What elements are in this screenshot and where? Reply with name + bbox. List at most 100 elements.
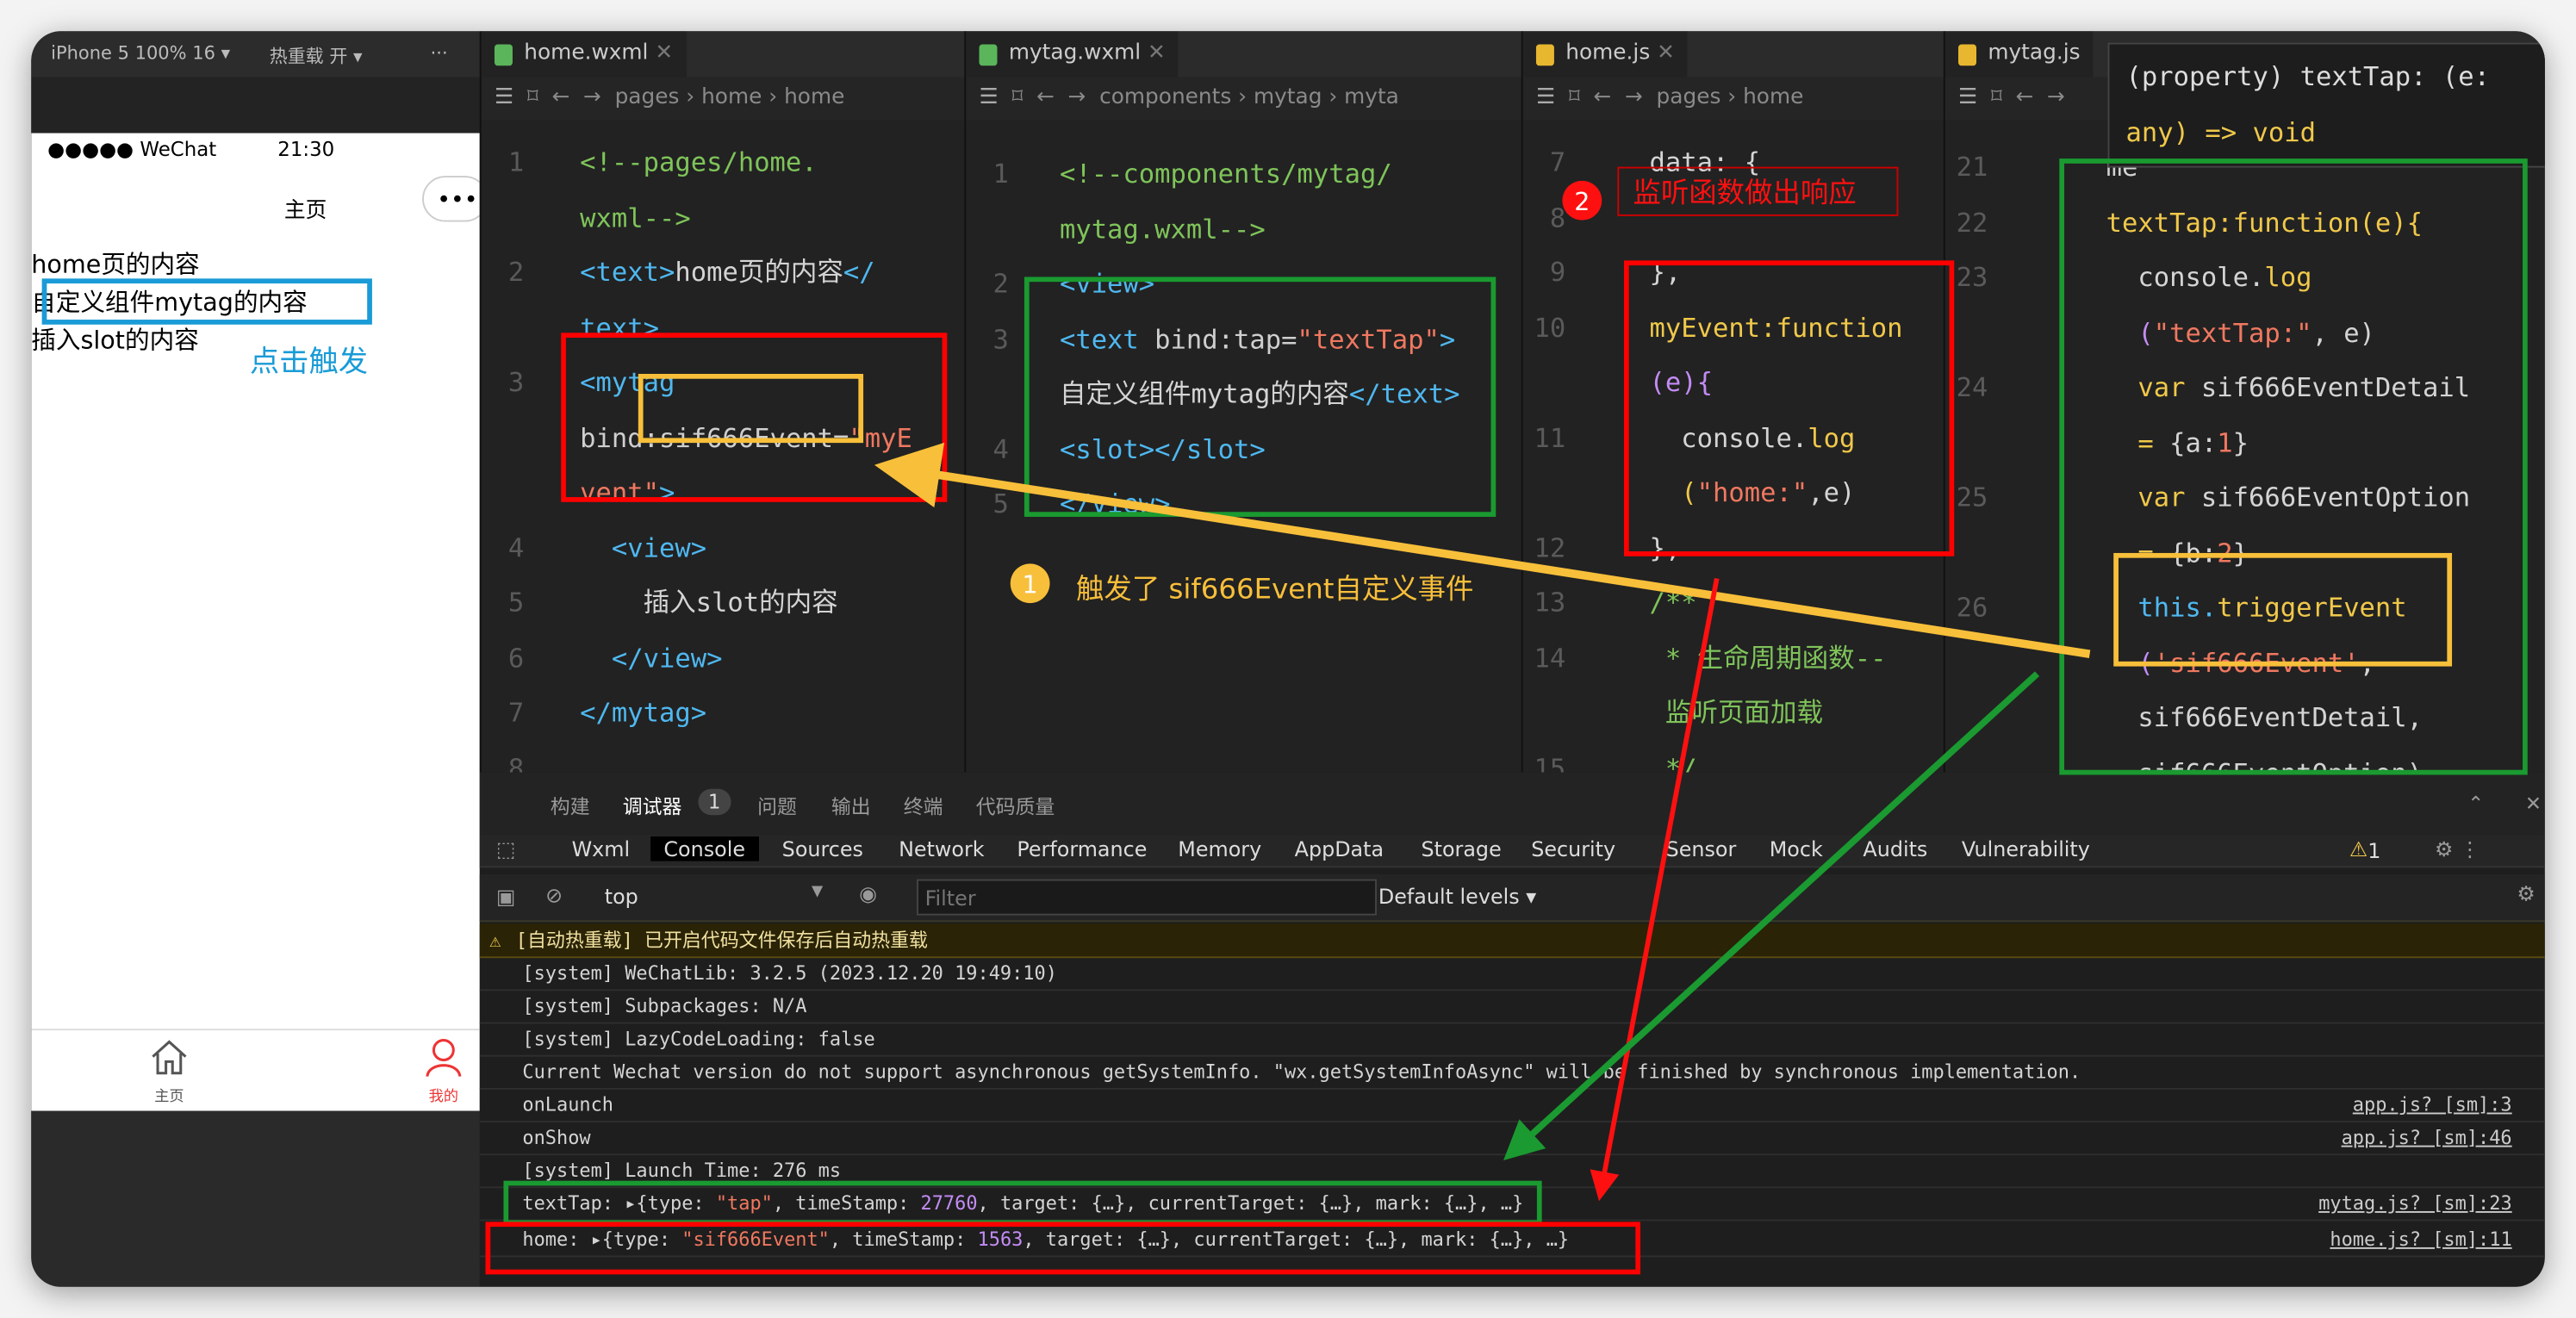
code-token: sif666EventDetail, (2106, 701, 2424, 733)
editor-pane-2: mytag.wxml ✕ ☰ ⌑ ← → components › mytag ›… (964, 31, 1523, 773)
tab-code-quality[interactable]: 代码质量 (976, 793, 1055, 820)
editor-tab[interactable]: home.js ✕ (1522, 31, 1689, 78)
mytag-content-text[interactable]: 自定义组件mytag的内容 (31, 284, 308, 319)
outline-icon[interactable]: ☰ (980, 85, 999, 110)
code-token: log (2264, 261, 2312, 293)
tab-build[interactable]: 构建 (551, 793, 590, 820)
devtools-tab-audits[interactable]: Audits (1863, 836, 1927, 861)
forward-icon[interactable]: → (2047, 85, 2065, 110)
devtools-tab-performance[interactable]: Performance (1017, 836, 1147, 861)
breadcrumb-item[interactable]: myta (1344, 85, 1399, 110)
bookmark-icon[interactable]: ⌑ (1991, 85, 2002, 110)
back-icon[interactable]: ← (551, 85, 569, 110)
code-token: } (2232, 536, 2249, 569)
line-number: 21 (1956, 151, 1988, 183)
code-token: :function(e){ (2217, 206, 2424, 238)
console-message: [system] Launch Time: 276 ms (479, 1153, 2545, 1189)
tab-home[interactable]: 主页 (140, 1035, 199, 1106)
devtools-tab-storage[interactable]: Storage (1421, 836, 1501, 861)
editor-pane-1: home.wxml ✕ ☰ ⌑ ← → pages › home › home 1 <… (479, 31, 967, 773)
line-number: 14 (1534, 641, 1566, 674)
editor-pane-3: home.js ✕ ☰ ⌑ ← → pages › home 7 data: {8 9}… (1521, 31, 1945, 773)
editor-tab[interactable]: home.wxml ✕ (481, 31, 687, 78)
devtools-tab-console[interactable]: Console (650, 836, 759, 861)
device-select[interactable]: iPhone 5 100% 16 ▾ (51, 43, 230, 65)
back-icon[interactable]: ← (1036, 85, 1055, 110)
forward-icon[interactable]: → (1625, 85, 1643, 110)
devtools-tab-appdata[interactable]: AppData (1295, 836, 1384, 861)
clear-console-icon[interactable]: ⊘ (545, 882, 563, 907)
breadcrumb-item[interactable]: pages (1657, 85, 1721, 110)
forward-icon[interactable]: → (1068, 85, 1086, 110)
back-icon[interactable]: ← (2015, 85, 2033, 110)
bookmark-icon[interactable]: ⌑ (527, 85, 538, 110)
forward-icon[interactable]: → (583, 85, 601, 110)
breadcrumb-item[interactable]: home (1743, 85, 1803, 110)
close-icon[interactable]: ✕ (2525, 793, 2542, 816)
tab-mine[interactable]: 我的 (414, 1035, 474, 1106)
hot-reload-toggle[interactable]: 热重载 开 ▾ (270, 43, 363, 70)
code-token: </ (843, 256, 875, 288)
close-tab-icon[interactable]: ✕ (1657, 41, 1675, 66)
devtools-settings-icon[interactable]: ⚙ ⋮ (2435, 836, 2480, 861)
console-message: [system] WeChatLib: 3.2.5 (2023.12.20 19… (479, 956, 2545, 992)
line-number: 5 (507, 587, 525, 619)
editor-tab[interactable]: mytag.wxml ✕ (966, 31, 1179, 78)
tab-debugger[interactable]: 调试器 (622, 793, 682, 840)
bookmark-icon[interactable]: ⌑ (1012, 85, 1024, 110)
devtools-tab-wxml[interactable]: Wxml (572, 836, 631, 861)
collapse-icon[interactable]: ⌃ (2467, 793, 2484, 816)
source-link[interactable]: mytag.js? [sm]:23 (2318, 1186, 2511, 1219)
tab-label: mytag.js (1988, 40, 2081, 66)
more-button[interactable]: ··· (431, 43, 448, 65)
devtools-tab-mock[interactable]: Mock (1770, 836, 1823, 861)
eye-icon[interactable]: ◉ (859, 881, 877, 906)
tab-terminal[interactable]: 终端 (904, 793, 943, 820)
devtools-tab-security[interactable]: Security (1531, 836, 1615, 861)
editor-tab[interactable]: mytag.js (1944, 31, 2094, 78)
filter-input[interactable] (917, 879, 1377, 916)
breadcrumb-item[interactable]: home (701, 85, 762, 110)
tab-issues[interactable]: 问题 (757, 793, 797, 820)
code-token: </view> (580, 641, 723, 674)
warning-count[interactable]: ⚠ 1 (2349, 836, 2381, 863)
devtools-tab-vulnerability[interactable]: Vulnerability (1962, 836, 2090, 861)
inspect-icon[interactable]: ⬚ (496, 836, 516, 861)
devtools-tab-network[interactable]: Network (899, 836, 985, 861)
settings-icon[interactable]: ⚙ (2517, 881, 2535, 906)
console-token[interactable]: home: ▸{type: (522, 1228, 681, 1251)
source-link[interactable]: app.js? [sm]:3 (2353, 1088, 2512, 1121)
code-token: <view> (1059, 267, 1155, 300)
levels-select[interactable]: Default levels ▾ (1378, 884, 1536, 909)
source-link[interactable]: app.js? [sm]:46 (2342, 1121, 2512, 1153)
outline-icon[interactable]: ☰ (1958, 85, 1977, 110)
code-line: 4 <view> (482, 520, 967, 575)
tab-output[interactable]: 输出 (831, 793, 871, 820)
bookmark-icon[interactable]: ⌑ (1569, 85, 1580, 110)
close-tab-icon[interactable]: ✕ (1148, 41, 1166, 66)
devtools-tab-sensor[interactable]: Sensor (1666, 836, 1737, 861)
devtools-tab-sources[interactable]: Sources (782, 836, 863, 861)
outline-icon[interactable]: ☰ (1536, 85, 1555, 110)
outline-icon[interactable]: ☰ (495, 85, 513, 110)
breadcrumb-item[interactable]: mytag (1254, 85, 1322, 110)
console-token[interactable]: textTap: ▸{type: (522, 1191, 715, 1215)
code-line: ("textTap:", e) (1945, 305, 2545, 360)
breadcrumb: ☰ ⌑ ← → pages › home › home (481, 77, 967, 121)
breadcrumb-item[interactable]: pages (615, 85, 680, 110)
context-dropdown-icon[interactable]: ▼ (812, 884, 823, 900)
sidebar-toggle-icon[interactable]: ▣ (496, 884, 516, 909)
console-token: [自动热重载] 已开启代码文件保存后自动热重载 (515, 928, 928, 952)
code-line: ("home:",e) (1523, 465, 1945, 520)
breadcrumb-item[interactable]: home (784, 85, 844, 110)
warning-count-value: 1 (2368, 837, 2381, 863)
context-select[interactable]: top (605, 884, 638, 909)
breadcrumb-item[interactable]: components (1099, 85, 1231, 110)
close-tab-icon[interactable]: ✕ (655, 41, 673, 66)
code-token: textTap (2106, 206, 2218, 238)
back-icon[interactable]: ← (1593, 85, 1611, 110)
devtools-tab-memory[interactable]: Memory (1178, 836, 1261, 861)
capsule-menu[interactable]: ••• (422, 176, 488, 222)
console-token: Current Wechat version do not support as… (522, 1060, 2081, 1084)
source-link[interactable]: home.js? [sm]:11 (2330, 1222, 2511, 1255)
